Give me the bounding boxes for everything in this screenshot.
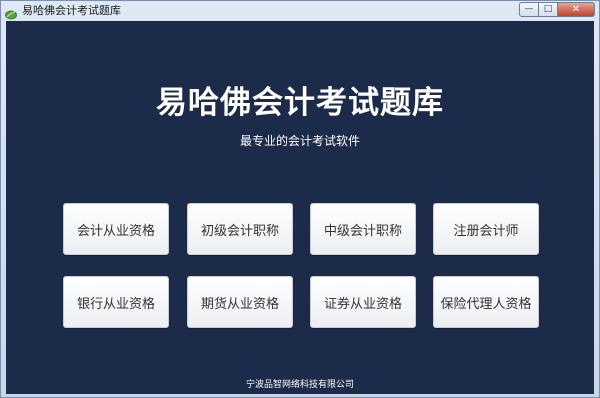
exam-button-insurance-agent[interactable]: 保险代理人资格 (433, 276, 539, 328)
app-leaf-icon (5, 5, 17, 20)
exam-button-accounting-qualification[interactable]: 会计从业资格 (63, 203, 169, 255)
window-title: 易哈佛会计考试题库 (22, 4, 121, 17)
minimize-button[interactable]: — (519, 2, 539, 17)
close-icon: ✕ (571, 3, 581, 15)
exam-button-cpa[interactable]: 注册会计师 (433, 203, 539, 255)
main-panel: 易哈佛会计考试题库 最专业的会计考试软件 会计从业资格 初级会计职称 中级会计职… (6, 21, 594, 394)
app-window: 易哈佛会计考试题库 — □ ✕ 易哈佛会计考试题库 最专业的会计考试软件 会计从… (0, 0, 600, 398)
minimize-icon: — (524, 4, 534, 14)
exam-button-junior-accountant[interactable]: 初级会计职称 (187, 203, 293, 255)
maximize-icon: □ (543, 4, 553, 14)
maximize-button[interactable]: □ (539, 2, 558, 17)
company-footer: 宁波品智网络科技有限公司 (245, 380, 354, 390)
exam-button-securities-qualification[interactable]: 证券从业资格 (310, 276, 416, 328)
close-button[interactable]: ✕ (558, 2, 595, 17)
title-bar[interactable]: 易哈佛会计考试题库 — □ ✕ (1, 1, 599, 21)
exam-button-futures-qualification[interactable]: 期货从业资格 (187, 276, 293, 328)
page-subtitle: 最专业的会计考试软件 (239, 134, 360, 148)
page-title: 易哈佛会计考试题库 (156, 85, 444, 121)
window-controls: — □ ✕ (519, 2, 595, 18)
exam-button-banking-qualification[interactable]: 银行从业资格 (63, 276, 169, 328)
exam-button-intermediate-accountant[interactable]: 中级会计职称 (310, 203, 416, 255)
